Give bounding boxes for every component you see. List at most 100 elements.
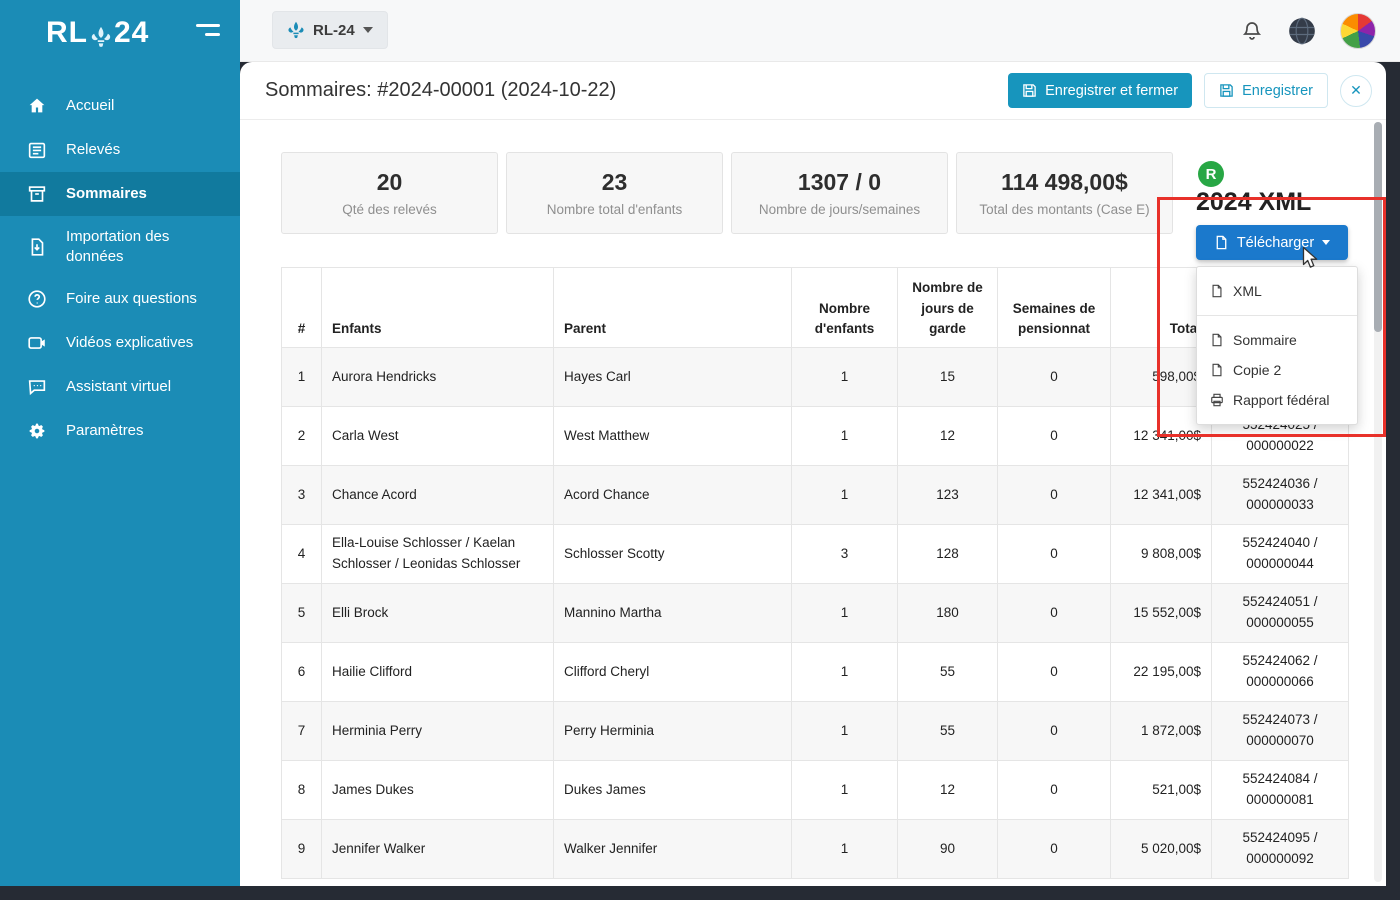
user-avatar[interactable] [1340, 13, 1376, 49]
table-row[interactable]: 3 Chance Acord Acord Chance 1 123 0 12 3… [282, 466, 1349, 525]
table-row[interactable]: 8 James Dukes Dukes James 1 12 0 521,00$… [282, 761, 1349, 820]
column-header-semaines: Semaines de pensionnat [998, 268, 1111, 348]
menu-item-rapport-federal[interactable]: Rapport fédéral [1197, 385, 1357, 415]
menu-item-label: Rapport fédéral [1233, 392, 1330, 408]
bell-icon [1240, 19, 1264, 43]
card-value: 114 498,00$ [1001, 169, 1128, 196]
cell-count: 1 [792, 702, 898, 761]
menu-item-xml[interactable]: XML [1197, 276, 1357, 306]
cell-weeks: 0 [998, 584, 1111, 643]
menu-icon [196, 24, 220, 27]
save-label: Enregistrer [1242, 83, 1313, 99]
card-total-montants: 114 498,00$ Total des montants (Case E) [956, 152, 1173, 234]
cell-child: Aurora Hendricks [322, 348, 554, 407]
sidebar-item-videos[interactable]: Vidéos explicatives [0, 321, 240, 365]
save-and-close-button[interactable]: Enregistrer et fermer [1008, 73, 1192, 108]
table-row[interactable]: 9 Jennifer Walker Walker Jennifer 1 90 0… [282, 820, 1349, 879]
sidebar-item-parametres[interactable]: Paramètres [0, 409, 240, 453]
cell-count: 1 [792, 584, 898, 643]
cell-weeks: 0 [998, 466, 1111, 525]
topbar: RL-24 [240, 0, 1400, 62]
card-jours-semaines: 1307 / 0 Nombre de jours/semaines [731, 152, 948, 234]
gear-icon [26, 420, 48, 442]
download-menu: XML Sommaire Copie 2 Rapport fédéral [1196, 266, 1358, 425]
cell-weeks: 0 [998, 643, 1111, 702]
menu-item-copie-2[interactable]: Copie 2 [1197, 355, 1357, 385]
column-header-nombre-enfants: Nombre d'enfants [792, 268, 898, 348]
cell-ref: 552424051 / 000000055 [1212, 584, 1349, 643]
logo-text-prefix: RL [46, 16, 88, 50]
cell-child: Elli Brock [322, 584, 554, 643]
cell-weeks: 0 [998, 702, 1111, 761]
sidebar-item-label: Foire aux questions [66, 289, 197, 309]
sidebar-item-sommaires[interactable]: Sommaires [0, 172, 240, 216]
cell-num: 1 [282, 348, 322, 407]
cell-days: 90 [898, 820, 998, 879]
cell-num: 5 [282, 584, 322, 643]
card-value: 1307 / 0 [798, 169, 881, 196]
cell-child: Chance Acord [322, 466, 554, 525]
cell-parent: West Matthew [554, 407, 792, 466]
cell-weeks: 0 [998, 348, 1111, 407]
table-row[interactable]: 2 Carla West West Matthew 1 12 0 12 341,… [282, 407, 1349, 466]
menu-divider [1197, 315, 1357, 316]
table-row[interactable]: 7 Herminia Perry Perry Herminia 1 55 0 1… [282, 702, 1349, 761]
sidebar-item-importation[interactable]: Importation des données [0, 216, 240, 277]
sidebar-item-label: Paramètres [66, 421, 144, 441]
cell-weeks: 0 [998, 820, 1111, 879]
cell-days: 12 [898, 407, 998, 466]
sidebar-item-faq[interactable]: Foire aux questions [0, 277, 240, 321]
cell-child: Carla West [322, 407, 554, 466]
save-button[interactable]: Enregistrer [1204, 73, 1328, 108]
scrollbar-thumb[interactable] [1374, 122, 1382, 332]
card-label: Qté des relevés [342, 202, 437, 217]
table-row[interactable]: 1 Aurora Hendricks Hayes Carl 1 15 0 598… [282, 348, 1349, 407]
cell-ref: 552424095 / 000000092 [1212, 820, 1349, 879]
download-button-label: Télécharger [1237, 235, 1314, 251]
cell-ref: 552424062 / 000000066 [1212, 643, 1349, 702]
sidebar-item-assistant[interactable]: Assistant virtuel [0, 365, 240, 409]
notifications-button[interactable] [1240, 19, 1264, 43]
sidebar-item-releves[interactable]: Relevés [0, 128, 240, 172]
summaries-table: # Enfants Parent Nombre d'enfants Nombre… [281, 267, 1349, 879]
table-row[interactable]: 5 Elli Brock Mannino Martha 1 180 0 15 5… [282, 584, 1349, 643]
vertical-scrollbar[interactable] [1374, 122, 1382, 882]
cell-weeks: 0 [998, 761, 1111, 820]
menu-item-label: Copie 2 [1233, 362, 1281, 378]
globe-button[interactable] [1288, 17, 1316, 45]
close-icon: ✕ [1350, 82, 1362, 99]
sidebar-item-accueil[interactable]: Accueil [0, 84, 240, 128]
table-row[interactable]: 4 Ella-Louise Schlosser / Kaelan Schloss… [282, 525, 1349, 584]
cell-num: 2 [282, 407, 322, 466]
cell-parent: Dukes James [554, 761, 792, 820]
sidebar-menu: Accueil Relevés Sommaires Importation de… [0, 84, 240, 453]
sidebar-toggle-button[interactable] [196, 24, 220, 42]
cell-total: 9 808,00$ [1111, 525, 1212, 584]
cell-count: 1 [792, 820, 898, 879]
sidebar-item-label: Vidéos explicatives [66, 333, 193, 353]
download-button[interactable]: Télécharger [1196, 225, 1348, 260]
sidebar-item-label: Assistant virtuel [66, 377, 171, 397]
card-label: Total des montants (Case E) [979, 202, 1149, 217]
cell-num: 3 [282, 466, 322, 525]
topbar-actions [1240, 0, 1376, 62]
sidebar-item-label: Accueil [66, 96, 114, 116]
cell-count: 1 [792, 348, 898, 407]
table-row[interactable]: 6 Hailie Clifford Clifford Cheryl 1 55 0… [282, 643, 1349, 702]
menu-item-sommaire[interactable]: Sommaire [1197, 325, 1357, 355]
home-icon [26, 95, 48, 117]
chat-bubble-icon [26, 376, 48, 398]
cell-days: 55 [898, 643, 998, 702]
cell-child: Hailie Clifford [322, 643, 554, 702]
app-switcher[interactable]: RL-24 [272, 11, 388, 49]
file-icon [1210, 284, 1224, 298]
close-button[interactable]: ✕ [1340, 75, 1372, 107]
cell-days: 12 [898, 761, 998, 820]
floppy-icon [1219, 83, 1234, 98]
cell-parent: Schlosser Scotty [554, 525, 792, 584]
cell-parent: Acord Chance [554, 466, 792, 525]
summaries-modal: Sommaires: #2024-00001 (2024-10-22) Enre… [240, 62, 1386, 886]
cell-total: 22 195,00$ [1111, 643, 1212, 702]
globe-icon [1288, 17, 1316, 45]
cell-num: 8 [282, 761, 322, 820]
